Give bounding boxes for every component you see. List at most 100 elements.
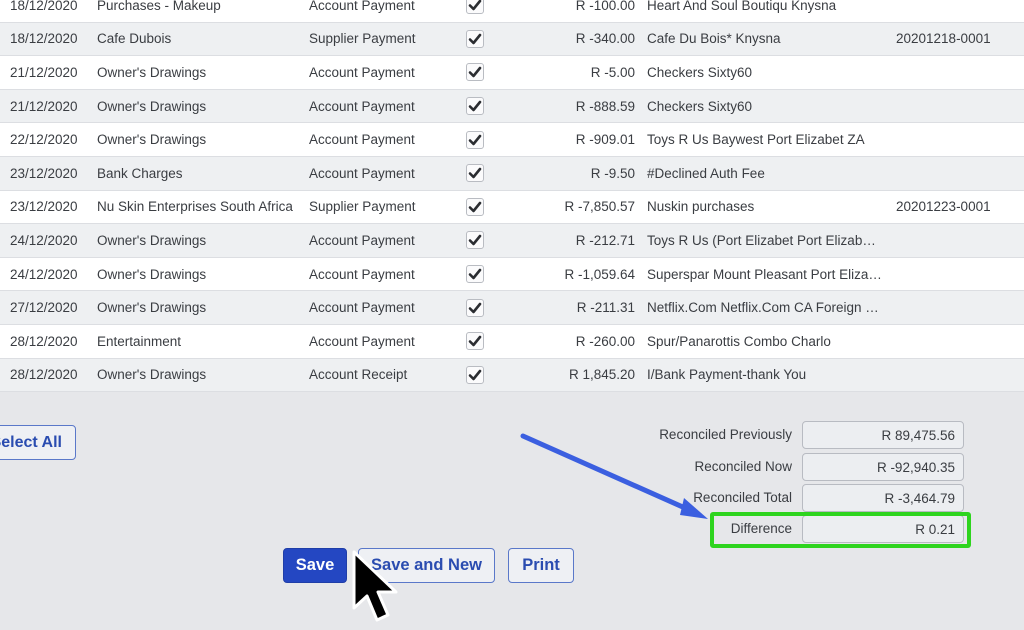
checkmark-icon xyxy=(468,67,482,78)
table-row[interactable]: 21/12/2020 Owner's Drawings Account Paym… xyxy=(0,89,1024,124)
table-row[interactable]: 18/12/2020 Cafe Dubois Supplier Payment … xyxy=(0,22,1024,57)
transaction-date: 23/12/2020 xyxy=(10,199,78,215)
reconciled-checkbox[interactable] xyxy=(466,130,484,149)
transaction-reference: Checkers Sixty60 xyxy=(647,64,753,80)
checkmark-icon xyxy=(468,100,482,112)
checkmark-icon xyxy=(468,268,482,280)
table-row[interactable]: 18/12/2020 Purchases - Makeup Account Pa… xyxy=(0,0,1024,23)
transaction-description: Owner's Drawings xyxy=(97,300,207,316)
transaction-date: 21/12/2020 xyxy=(10,98,78,114)
reconciled-checkbox[interactable] xyxy=(466,197,484,216)
reconciled-checkbox[interactable] xyxy=(466,63,484,82)
transaction-type: Supplier Payment xyxy=(309,31,416,47)
transaction-amount: R -260.00 xyxy=(575,333,635,349)
transaction-reference: Checkers Sixty60 xyxy=(647,98,753,114)
reconciled-checkbox[interactable] xyxy=(466,298,484,317)
reconciled-checkbox[interactable] xyxy=(466,164,484,183)
table-row[interactable]: 22/12/2020 Owner's Drawings Account Paym… xyxy=(0,123,1024,157)
transaction-description: Cafe Dubois xyxy=(97,31,172,47)
transaction-reference: Cafe Du Bois* Knysna xyxy=(647,31,781,47)
print-button[interactable]: Print xyxy=(508,548,574,583)
reconciled-checkbox[interactable] xyxy=(466,365,484,384)
reconciled-previously-row: Reconciled Previously R 89,475.56 xyxy=(600,421,970,449)
transaction-date: 18/12/2020 xyxy=(10,0,78,13)
table-row[interactable]: 21/12/2020 Owner's Drawings Account Paym… xyxy=(0,56,1024,90)
transaction-amount: R -212.71 xyxy=(575,232,635,248)
transaction-description: Owner's Drawings xyxy=(97,266,207,282)
reconciled-total-row: Reconciled Total R -3,464.79 xyxy=(600,484,970,512)
transaction-type: Account Payment xyxy=(309,266,415,282)
transaction-type: Account Payment xyxy=(309,300,415,316)
transaction-amount: R -211.31 xyxy=(576,300,635,316)
document-number: 20201223-0001 xyxy=(896,199,991,215)
transaction-amount: R -340.00 xyxy=(575,31,635,47)
transaction-description: Owner's Drawings xyxy=(97,232,207,248)
reconciled-now-field: R -92,940.35 xyxy=(802,453,964,481)
transaction-date: 28/12/2020 xyxy=(10,333,78,349)
transaction-amount: R -7,850.57 xyxy=(564,199,635,215)
transaction-description: Owner's Drawings xyxy=(97,367,207,383)
transaction-date: 24/12/2020 xyxy=(10,266,78,282)
table-row[interactable]: 23/12/2020 Nu Skin Enterprises South Afr… xyxy=(0,190,1024,225)
transaction-amount: R -100.00 xyxy=(575,0,635,13)
checkmark-icon xyxy=(468,0,482,11)
checkmark-icon xyxy=(468,167,482,179)
transaction-amount: R -9.50 xyxy=(590,165,635,181)
reconciled-checkbox[interactable] xyxy=(466,29,484,48)
transaction-description: Purchases - Makeup xyxy=(97,0,221,13)
checkmark-icon xyxy=(468,134,482,145)
transaction-date: 18/12/2020 xyxy=(10,31,78,47)
transaction-type: Account Payment xyxy=(309,165,415,181)
reconciled-previously-label: Reconciled Previously xyxy=(659,427,792,442)
transaction-description: Bank Charges xyxy=(97,165,183,181)
table-row[interactable]: 24/12/2020 Owner's Drawings Account Paym… xyxy=(0,257,1024,292)
reconciled-checkbox[interactable] xyxy=(466,231,484,250)
transaction-type: Account Payment xyxy=(309,333,415,349)
checkmark-icon xyxy=(468,201,482,213)
transaction-reference: I/Bank Payment-thank You xyxy=(647,367,807,383)
transaction-amount: R 1,845.20 xyxy=(568,367,635,383)
checkmark-icon xyxy=(468,302,482,313)
table-row[interactable]: 27/12/2020 Owner's Drawings Account Paym… xyxy=(0,291,1024,325)
table-row[interactable]: 23/12/2020 Bank Charges Account Payment … xyxy=(0,156,1024,191)
checkmark-icon xyxy=(468,369,482,381)
reconciled-checkbox[interactable] xyxy=(466,97,484,116)
transactions-table: 18/12/2020 Purchases - Makeup Account Pa… xyxy=(0,0,1024,393)
transaction-reference: #Declined Auth Fee xyxy=(647,165,765,181)
save-and-new-button[interactable]: Save and New xyxy=(358,548,495,583)
transaction-type: Account Payment xyxy=(309,132,415,148)
checkmark-icon xyxy=(468,235,482,246)
transaction-type: Account Payment xyxy=(309,0,415,13)
transaction-type: Account Payment xyxy=(309,98,415,114)
reconciled-now-label: Reconciled Now xyxy=(694,459,792,474)
transaction-description: Nu Skin Enterprises South Africa xyxy=(97,199,293,215)
checkmark-icon xyxy=(468,33,482,45)
reconciled-checkbox[interactable] xyxy=(466,0,484,15)
transaction-date: 22/12/2020 xyxy=(10,132,78,148)
transaction-date: 24/12/2020 xyxy=(10,232,78,248)
reconciled-now-row: Reconciled Now R -92,940.35 xyxy=(600,453,970,481)
table-row[interactable]: 28/12/2020 Owner's Drawings Account Rece… xyxy=(0,358,1024,393)
transaction-reference: Nuskin purchases xyxy=(647,199,755,215)
transaction-type: Account Payment xyxy=(309,232,415,248)
transaction-date: 27/12/2020 xyxy=(10,300,78,316)
checkmark-icon xyxy=(468,335,482,347)
table-row[interactable]: 28/12/2020 Entertainment Account Payment… xyxy=(0,324,1024,359)
reconciled-checkbox[interactable] xyxy=(466,332,484,351)
save-button[interactable]: Save xyxy=(283,548,347,583)
reconciled-total-label: Reconciled Total xyxy=(693,490,792,505)
reconciled-checkbox[interactable] xyxy=(466,265,484,284)
transaction-description: Entertainment xyxy=(97,333,182,349)
transaction-reference: Toys R Us Baywest Port Elizabet ZA xyxy=(647,132,865,148)
transaction-reference: Netflix.Com Netflix.Com CA Foreign … xyxy=(647,300,879,316)
transaction-date: 28/12/2020 xyxy=(10,367,78,383)
transaction-amount: R -888.59 xyxy=(575,98,635,114)
select-all-button[interactable]: Select All xyxy=(0,425,76,460)
transaction-reference: Toys R Us (Port Elizabet Port Elizabet … xyxy=(647,232,883,248)
reconciled-previously-field: R 89,475.56 xyxy=(802,421,964,449)
transaction-amount: R -5.00 xyxy=(590,64,635,80)
table-row[interactable]: 24/12/2020 Owner's Drawings Account Paym… xyxy=(0,224,1024,258)
transaction-reference: Heart And Soul Boutiqu Knysna xyxy=(647,0,837,13)
transaction-amount: R -909.01 xyxy=(575,132,635,148)
reconciled-total-field: R -3,464.79 xyxy=(802,484,964,512)
